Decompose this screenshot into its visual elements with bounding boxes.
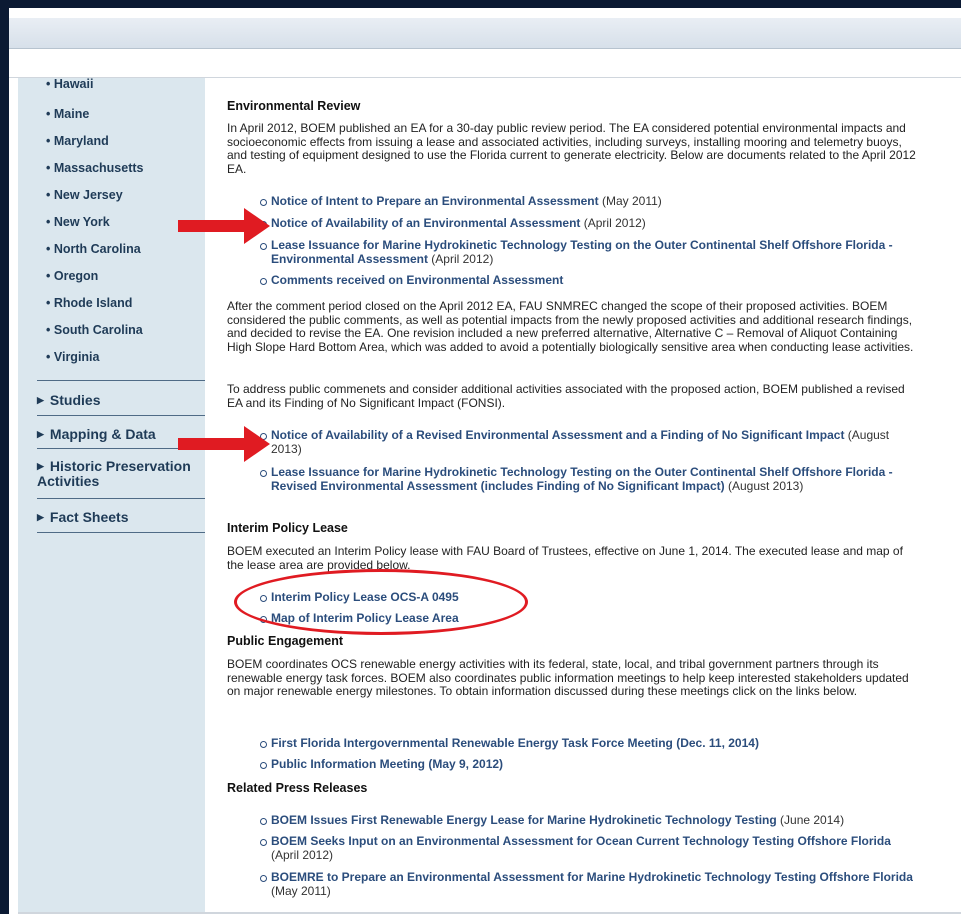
sidebar-item-oregon[interactable]: Oregon xyxy=(46,269,98,283)
paragraph-ipl: BOEM executed an Interim Policy lease wi… xyxy=(227,544,903,572)
page-header-strip xyxy=(9,49,961,78)
nav-label: Studies xyxy=(49,392,101,408)
link-text[interactable]: Public Information Meeting (May 9, 2012) xyxy=(271,757,503,771)
link-date: (May 2011) xyxy=(271,883,331,898)
sidebar-item-virginia[interactable]: Virginia xyxy=(46,350,100,364)
nav-divider xyxy=(37,380,205,381)
sidebar-item-maryland[interactable]: Maryland xyxy=(46,134,109,148)
sidebar-item-new-jersey[interactable]: New Jersey xyxy=(46,188,123,202)
window-top-strip xyxy=(9,8,961,18)
caret-right-icon: ▶ xyxy=(37,395,44,405)
nav-label: Fact Sheets xyxy=(49,509,129,525)
list-item-link[interactable]: BOEM Seeks Input on an Environmental Ass… xyxy=(260,834,921,862)
browser-toolbar xyxy=(9,18,961,49)
sidebar-item-maine[interactable]: Maine xyxy=(46,107,89,121)
section-heading-related-press-releases: Related Press Releases xyxy=(227,781,368,795)
list-item-link[interactable]: BOEMRE to Prepare an Environmental Asses… xyxy=(260,870,921,898)
nav-divider xyxy=(37,532,205,533)
section-heading-environmental-review: Environmental Review xyxy=(227,99,361,113)
link-date: (April 2012) xyxy=(271,847,334,862)
link-text[interactable]: Notice of Intent to Prepare an Environme… xyxy=(271,194,599,208)
link-text[interactable]: BOEM Seeks Input on an Environmental Ass… xyxy=(271,834,891,848)
left-edge-strip xyxy=(9,78,18,914)
sidebar-item-rhode-island[interactable]: Rhode Island xyxy=(46,296,132,310)
red-arrow-icon xyxy=(178,426,270,462)
link-text[interactable]: Lease Issuance for Marine Hydrokinetic T… xyxy=(271,238,893,266)
sidebar-item-massachusetts[interactable]: Massachusetts xyxy=(46,161,144,175)
link-text[interactable]: BOEM Issues First Renewable Energy Lease… xyxy=(271,813,777,827)
link-text[interactable]: Comments received on Environmental Asses… xyxy=(271,273,563,287)
link-date: (April 2012) xyxy=(580,216,646,230)
nav-label: Historic Preservation Activities xyxy=(37,458,191,489)
nav-divider xyxy=(37,498,205,499)
section-heading-interim-policy-lease: Interim Policy Lease xyxy=(227,521,348,535)
caret-right-icon: ▶ xyxy=(37,512,44,522)
paragraph-public-engagement: BOEM coordinates OCS renewable energy ac… xyxy=(227,657,909,698)
caret-right-icon: ▶ xyxy=(37,461,44,471)
list-item-link[interactable]: First Florida Intergovernmental Renewabl… xyxy=(260,736,921,751)
list-item-link[interactable]: BOEM Issues First Renewable Energy Lease… xyxy=(260,813,921,828)
list-item-link[interactable]: Lease Issuance for Marine Hydrokinetic T… xyxy=(260,238,921,266)
link-text[interactable]: Notice of Availability of a Revised Envi… xyxy=(271,428,844,442)
link-text[interactable]: BOEMRE to Prepare an Environmental Asses… xyxy=(271,870,913,884)
sidebar-item-north-carolina[interactable]: North Carolina xyxy=(46,242,141,256)
caret-right-icon: ▶ xyxy=(37,429,44,439)
list-item-link[interactable]: Lease Issuance for Marine Hydrokinetic T… xyxy=(260,465,921,493)
sidebar-item-new-york[interactable]: New York xyxy=(46,215,110,229)
link-date: (May 2011) xyxy=(598,194,662,208)
paragraph-after-comment: After the comment period closed on the A… xyxy=(227,299,914,354)
nav-label: Mapping & Data xyxy=(49,426,156,442)
list-item-link[interactable]: Notice of Intent to Prepare an Environme… xyxy=(260,194,921,209)
nav-item-historic-preservation[interactable]: ▶ Historic Preservation Activities xyxy=(37,459,205,489)
list-item-link[interactable]: Public Information Meeting (May 9, 2012) xyxy=(260,757,921,772)
link-text[interactable]: Notice of Availability of an Environment… xyxy=(271,216,580,230)
link-date: (June 2014) xyxy=(776,813,845,827)
nav-divider xyxy=(37,415,205,416)
red-arrow-icon xyxy=(178,208,270,244)
red-circle-annotation xyxy=(234,569,528,635)
list-item-link[interactable]: Notice of Availability of a Revised Envi… xyxy=(260,428,921,456)
list-item-link[interactable]: Notice of Availability of an Environment… xyxy=(260,216,921,231)
link-date: (August 2013) xyxy=(724,478,804,493)
paragraph-env-review: In April 2012, BOEM published an EA for … xyxy=(227,121,916,176)
sidebar-item-south-carolina[interactable]: South Carolina xyxy=(46,323,143,337)
paragraph-address: To address public commenets and consider… xyxy=(227,382,905,410)
nav-item-fact-sheets[interactable]: ▶ Fact Sheets xyxy=(37,509,205,525)
nav-item-studies[interactable]: ▶ Studies xyxy=(37,392,205,408)
link-text[interactable]: First Florida Intergovernmental Renewabl… xyxy=(271,736,759,750)
sidebar: Hawaii Maine Maryland Massachusetts New … xyxy=(18,77,205,914)
link-date: (April 2012) xyxy=(427,251,494,266)
browser-window: Hawaii Maine Maryland Massachusetts New … xyxy=(9,8,961,914)
sidebar-item-hawaii[interactable]: Hawaii xyxy=(46,77,94,91)
list-item-link[interactable]: Comments received on Environmental Asses… xyxy=(260,273,921,288)
section-heading-public-engagement: Public Engagement xyxy=(227,634,343,648)
